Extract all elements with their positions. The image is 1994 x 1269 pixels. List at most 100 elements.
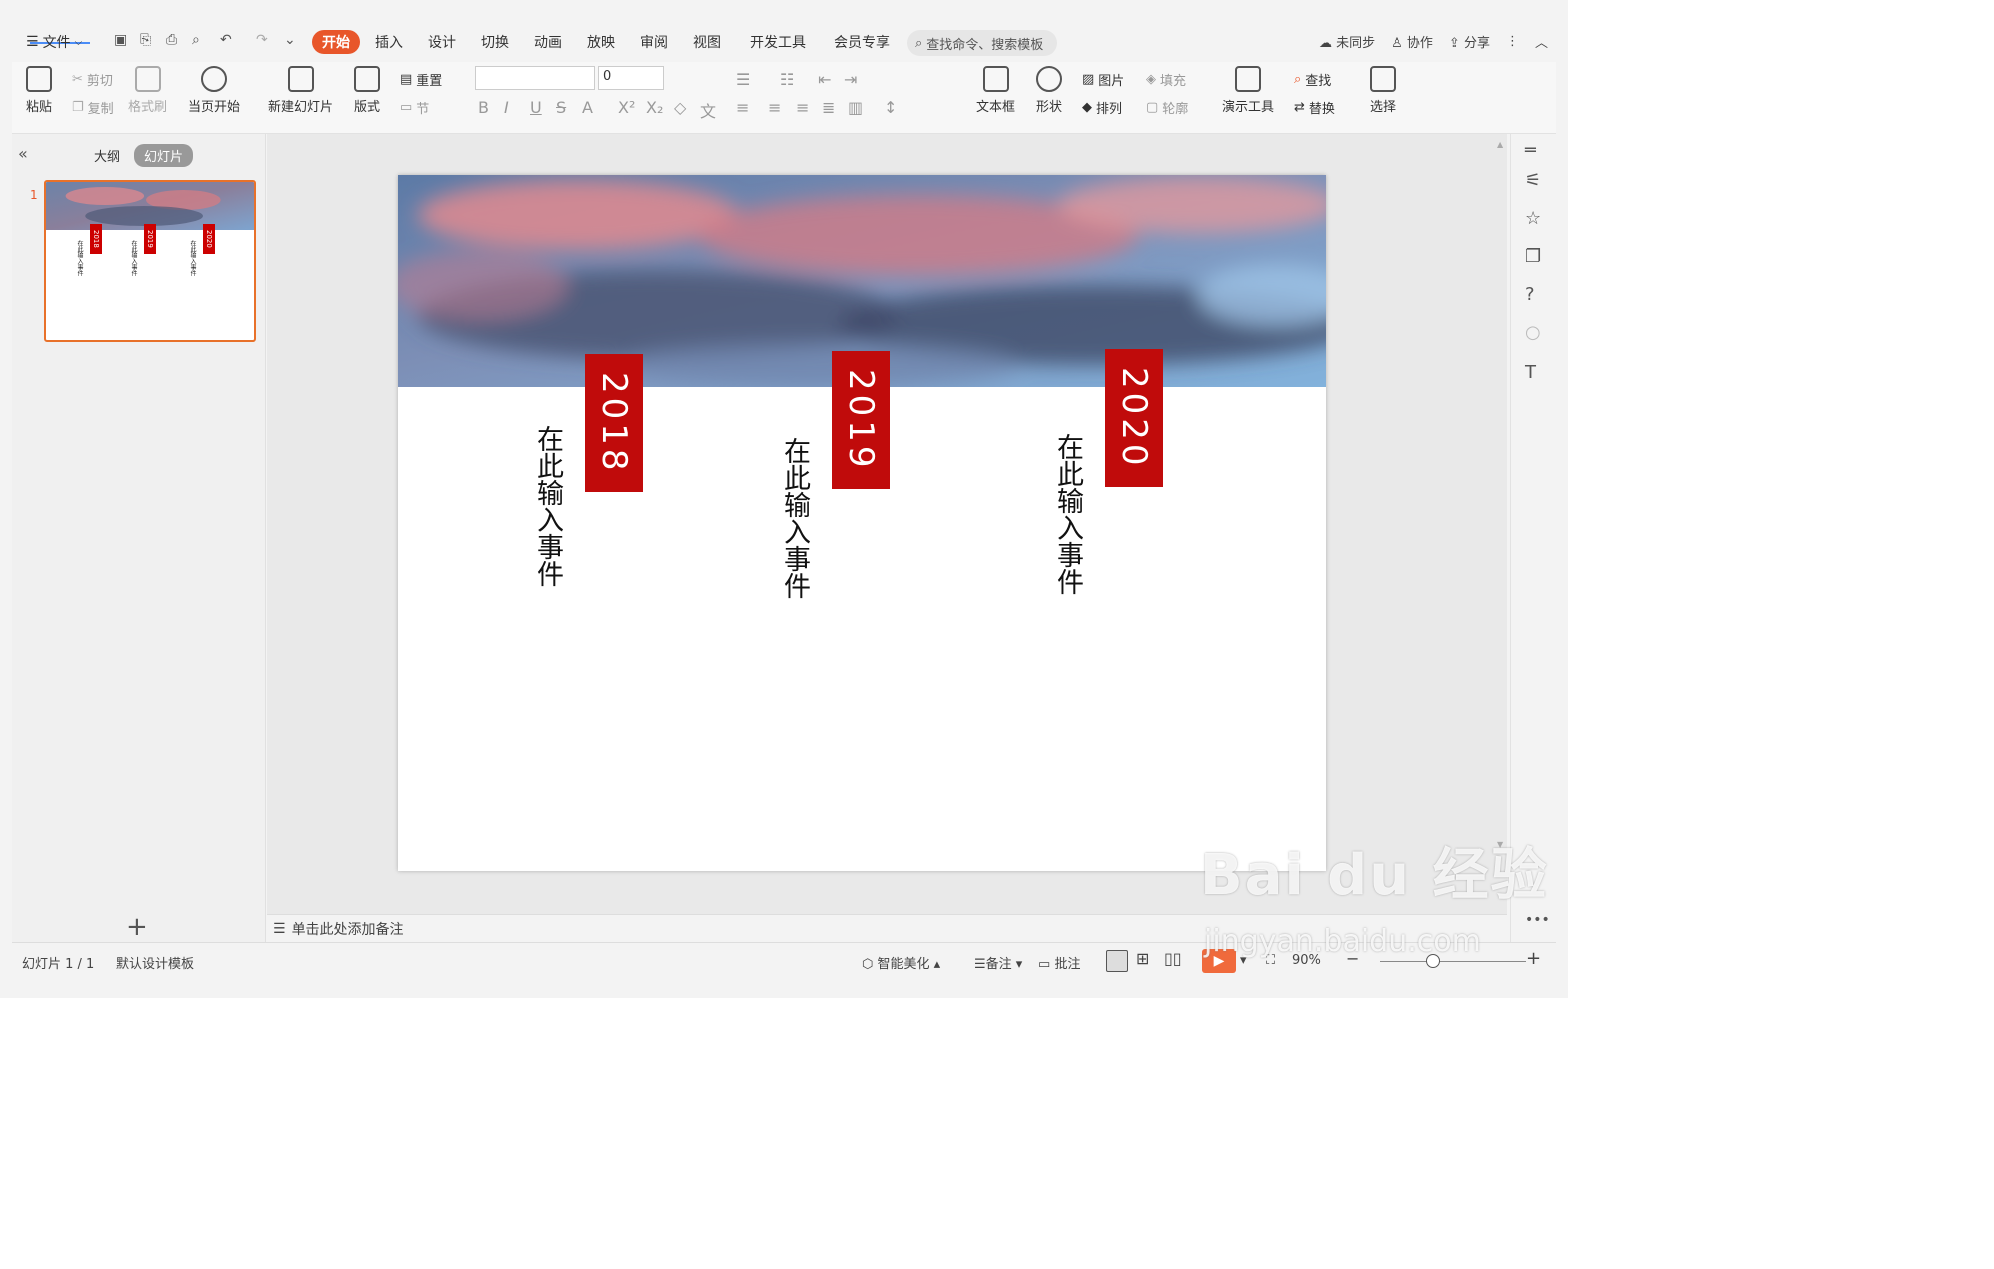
tab-review[interactable]: 审阅 xyxy=(640,32,668,52)
drag-handle-icon[interactable]: ═ xyxy=(1525,140,1536,161)
tab-animations[interactable]: 动画 xyxy=(534,32,562,52)
more-icon[interactable]: ••• xyxy=(1525,912,1550,928)
presentation-tools-button[interactable]: 演示工具 xyxy=(1222,66,1274,115)
outline-button[interactable]: ▢ 轮廓 xyxy=(1146,98,1188,117)
numbering-icon[interactable]: ☷ xyxy=(780,70,794,89)
underline-icon[interactable]: U xyxy=(530,98,542,117)
font-size-select[interactable]: 0 xyxy=(598,66,664,90)
more-options-icon[interactable]: ⋮ xyxy=(1506,34,1519,49)
save-icon[interactable]: ▣ xyxy=(114,32,127,48)
phonetic-icon[interactable]: 文 xyxy=(700,98,716,122)
textbox-icon xyxy=(982,66,1009,92)
section-button[interactable]: ▭ 节 xyxy=(400,98,429,117)
star-icon[interactable]: ☆ xyxy=(1525,208,1541,229)
align-right-icon[interactable]: ≡ xyxy=(796,98,809,117)
event-text-2018[interactable]: 在此输入事件 xyxy=(526,425,566,587)
format-painter-button[interactable]: 格式刷 xyxy=(128,66,167,115)
textbox-button[interactable]: 文本框 xyxy=(976,66,1015,115)
font-name-select[interactable] xyxy=(475,66,595,90)
new-slide-button[interactable]: 新建幻灯片 xyxy=(268,66,333,115)
share-button[interactable]: ⇪ 分享 xyxy=(1449,32,1490,51)
text-icon[interactable]: T xyxy=(1525,362,1536,383)
help-icon[interactable]: ? xyxy=(1525,284,1535,305)
notes-icon: ☰ xyxy=(974,957,986,972)
layout-button[interactable]: 版式 xyxy=(354,66,380,115)
redo-icon[interactable]: ↷ xyxy=(256,32,268,48)
design-template[interactable]: 默认设计模板 xyxy=(116,953,194,972)
collapse-panel-icon[interactable]: « xyxy=(18,144,28,163)
year-badge-2020[interactable]: 2020 xyxy=(1105,349,1163,487)
lightbulb-icon[interactable]: ○ xyxy=(1525,322,1541,343)
strikethrough-icon[interactable]: S xyxy=(556,98,566,117)
distribute-icon[interactable]: ▥ xyxy=(848,98,863,117)
comments-button[interactable]: ▭ 批注 xyxy=(1038,953,1080,972)
reading-view-icon[interactable]: ▯▯ xyxy=(1164,949,1182,968)
paste-button[interactable]: 粘贴 xyxy=(26,66,52,115)
share-icon: ⇪ xyxy=(1448,36,1460,51)
collapse-ribbon-icon[interactable]: ︿ xyxy=(1535,32,1548,51)
line-spacing-icon[interactable]: ↕ xyxy=(884,98,897,117)
export-icon[interactable]: ⎘ xyxy=(140,32,151,48)
slide-thumbnail[interactable]: 2018 2019 2020 在此输入事件 在此输入事件 在此输入事件 xyxy=(44,180,256,342)
superscript-icon[interactable]: X² xyxy=(618,98,635,117)
tab-home[interactable]: 开始 xyxy=(312,30,360,54)
tab-design[interactable]: 设计 xyxy=(428,32,456,52)
replace-button[interactable]: ⇄ 替换 xyxy=(1294,98,1335,117)
event-text-2019[interactable]: 在此输入事件 xyxy=(773,437,813,599)
normal-view-button[interactable] xyxy=(1106,950,1128,972)
bold-icon[interactable]: B xyxy=(478,98,489,117)
smart-beautify-button[interactable]: ⬡ 智能美化 ▴ xyxy=(862,953,940,972)
year-badge-2019[interactable]: 2019 xyxy=(832,351,890,489)
slide-sorter-icon[interactable]: ⊞ xyxy=(1136,949,1149,968)
notes-toggle-button[interactable]: ☰备注 ▾ xyxy=(974,953,1022,972)
decrease-indent-icon[interactable]: ⇤ xyxy=(818,70,831,89)
tab-view[interactable]: 视图 xyxy=(693,32,721,52)
event-text-2020[interactable]: 在此输入事件 xyxy=(1046,433,1086,595)
tab-developer[interactable]: 开发工具 xyxy=(750,32,806,52)
eraser-icon[interactable]: ◇ xyxy=(674,98,686,117)
play-from-current-button[interactable]: 当页开始 xyxy=(188,66,240,115)
command-search-box[interactable]: ⌕ 查找命令、搜索模板 xyxy=(907,30,1057,56)
sync-button[interactable]: ☁ 未同步 xyxy=(1319,32,1375,51)
shape-button[interactable]: 形状 xyxy=(1036,66,1062,115)
tab-insert[interactable]: 插入 xyxy=(375,32,403,52)
reset-button[interactable]: ▤ 重置 xyxy=(400,70,442,89)
font-color-icon[interactable]: A xyxy=(582,98,593,117)
undo-icon[interactable]: ↶ xyxy=(220,32,232,48)
add-slide-icon[interactable]: + xyxy=(126,912,148,942)
print-preview-icon[interactable]: ⌕ xyxy=(192,32,200,48)
year-badge-2018[interactable]: 2018 xyxy=(585,354,643,492)
file-menu-button[interactable]: ☰ 文件 ⌵ xyxy=(26,32,82,52)
print-icon[interactable]: ⎙ xyxy=(166,32,177,48)
cut-button[interactable]: ✂ 剪切 xyxy=(72,70,113,89)
chevron-down-icon: ⌵ xyxy=(74,36,83,48)
tab-transitions[interactable]: 切换 xyxy=(481,32,509,52)
properties-icon[interactable]: ⚟ xyxy=(1525,170,1541,191)
bullets-icon[interactable]: ☰ xyxy=(736,70,750,89)
slide-transition-icon[interactable]: ❐ xyxy=(1525,246,1541,267)
italic-icon[interactable]: I xyxy=(504,98,509,117)
justify-icon[interactable]: ≣ xyxy=(822,98,835,117)
subscript-icon[interactable]: X₂ xyxy=(646,98,663,117)
align-left-icon[interactable]: ≡ xyxy=(736,98,749,117)
select-button[interactable]: 选择 xyxy=(1370,66,1396,115)
collab-button[interactable]: ♙ 协作 xyxy=(1391,32,1433,51)
tab-outline[interactable]: 大纲 xyxy=(94,146,120,165)
tab-slides[interactable]: 幻灯片 xyxy=(134,144,194,167)
find-button[interactable]: ⌕ 查找 xyxy=(1294,70,1331,89)
scroll-up-icon[interactable]: ▲ xyxy=(1497,140,1503,149)
slide-canvas[interactable]: 2018 2019 2020 在此输入事件 在此输入事件 在此输入事件 xyxy=(398,175,1326,871)
customize-toolbar-icon[interactable]: ⌄ xyxy=(284,32,296,48)
copy-button[interactable]: ❐ 复制 xyxy=(72,98,114,117)
tab-member[interactable]: 会员专享 xyxy=(834,32,890,52)
scissors-icon: ✂ xyxy=(72,72,83,87)
align-center-icon[interactable]: ≡ xyxy=(768,98,781,117)
zoom-slider-track[interactable] xyxy=(1380,961,1526,962)
zoom-in-icon[interactable]: + xyxy=(1526,948,1541,969)
increase-indent-icon[interactable]: ⇥ xyxy=(844,70,857,89)
picture-button[interactable]: ▨ 图片 xyxy=(1082,70,1124,89)
tab-slideshow[interactable]: 放映 xyxy=(587,32,615,52)
arrange-button[interactable]: ◆ 排列 xyxy=(1082,98,1122,117)
fill-button[interactable]: ◈ 填充 xyxy=(1146,70,1186,89)
vertical-scrollbar[interactable]: ▲ ▼ xyxy=(1494,134,1506,914)
